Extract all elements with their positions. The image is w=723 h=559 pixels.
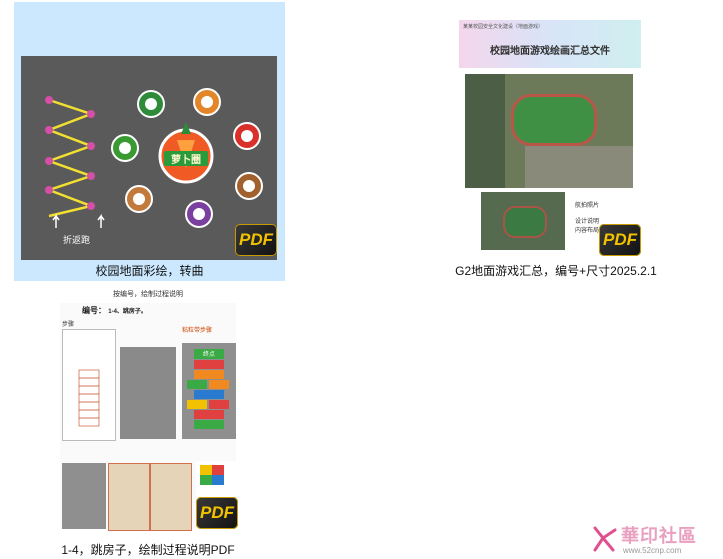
watermark-brand: 華印社區 [621, 526, 697, 546]
file-thumbnail: 编号： 1-4、跳房子。 步骤 粘粒带步骤 终点 PDF [60, 303, 238, 531]
center-label: 萝卜圈 [164, 151, 208, 166]
doc-note: 设计说明 [575, 219, 600, 225]
pdf-icon: PDF [599, 224, 641, 256]
panel-colored: 终点 [182, 343, 236, 439]
bottom-label: 折返跑 [63, 235, 91, 245]
doc-header-right: 粘粒带步骤 [182, 328, 213, 334]
panel-lower-2 [108, 463, 150, 531]
doc-note: 内容布局 [575, 228, 600, 234]
doc-step-label: 步骤 [62, 322, 75, 328]
file-tile-g2-summary[interactable]: 某某校园安全文化建设（地面游戏） 校园地面游戏绘画汇总文件 航拍照片 设计说明 … [441, 2, 671, 281]
doc-top-text: 按编号，绘制过程说明 [113, 291, 183, 298]
file-tile-hopscotch[interactable]: 按编号，绘制过程说明 编号： 1-4、跳房子。 步骤 粘粒带步骤 终点 PDF … [52, 285, 244, 557]
panel-sketch [62, 329, 116, 441]
aerial-photo-2 [481, 192, 565, 250]
panel-lower-3 [150, 463, 192, 531]
watermark-url: www.52cnp.com [623, 546, 682, 555]
panel-dots [120, 347, 176, 439]
file-caption: 校园地面彩绘，转曲 [95, 264, 204, 278]
doc-header: 某某校园安全文化建设（地面游戏） 校园地面游戏绘画汇总文件 [459, 20, 641, 68]
aerial-photo-1 [465, 74, 633, 188]
panel-lower-1 [62, 463, 106, 529]
doc-header-small: 某某校园安全文化建设（地面游戏） [463, 24, 544, 30]
doc-number-value: 1-4、跳房子。 [108, 309, 147, 315]
file-thumbnail: 某某校园安全文化建设（地面游戏） 校园地面游戏绘画汇总文件 航拍照片 设计说明 … [459, 20, 641, 256]
doc-number-label: 编号： [82, 306, 106, 315]
file-tile-campus-painting[interactable]: 萝卜圈 折返跑 PDF 校园地面彩绘，转曲 [14, 2, 285, 281]
pdf-icon: PDF [235, 224, 277, 256]
file-thumbnail: 萝卜圈 折返跑 PDF [21, 56, 277, 260]
file-caption: G2地面游戏汇总，编号+尺寸2025.2.1 [455, 264, 657, 278]
site-watermark: 華印社區 www.52cnp.com [589, 520, 723, 559]
doc-note: 航拍照片 [575, 203, 600, 209]
brand-logo-icon [593, 526, 617, 552]
doc-title: 校园地面游戏绘画汇总文件 [490, 46, 610, 57]
pdf-icon: PDF [196, 497, 238, 529]
file-caption: 1-4，跳房子，绘制过程说明PDF [61, 543, 235, 557]
